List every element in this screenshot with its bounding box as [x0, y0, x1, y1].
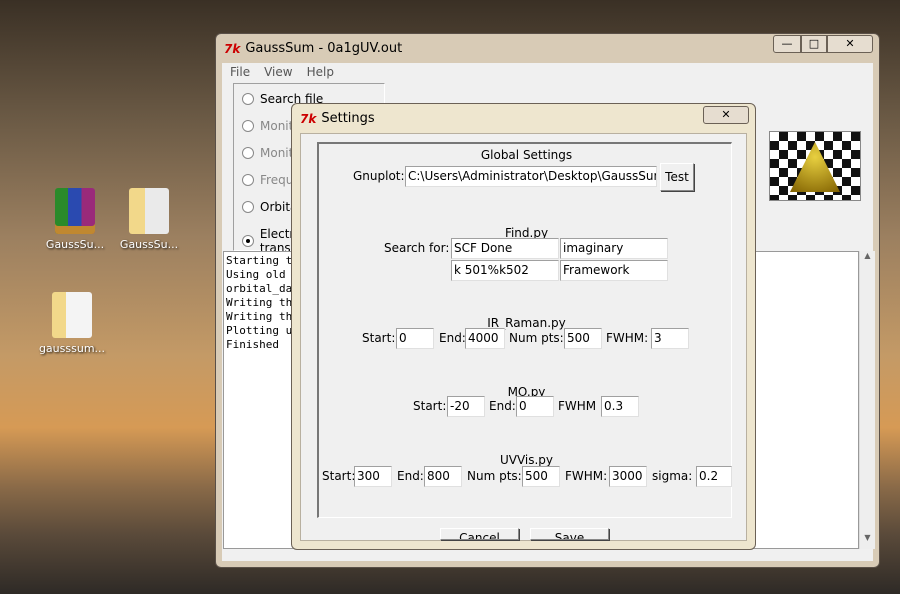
desktop-icon-winrar[interactable]: GaussSu... — [40, 188, 110, 251]
mo-fwhm-input[interactable]: 0.3 — [601, 396, 639, 417]
desktop-icon-folder[interactable]: GaussSu... — [114, 188, 184, 251]
gnuplot-label: Gnuplot: — [353, 169, 405, 183]
uvvis-heading: UVVis.py — [499, 453, 554, 467]
uv-sigma-input[interactable]: 0.2 — [696, 466, 732, 487]
uv-start-input[interactable]: 300 — [354, 466, 392, 487]
menu-view[interactable]: View — [264, 65, 292, 79]
uv-numpts-input[interactable]: 500 — [522, 466, 560, 487]
ir-numpts-input[interactable]: 500 — [564, 328, 602, 349]
uv-numpts-label: Num pts: — [467, 469, 522, 483]
menu-file[interactable]: File — [230, 65, 250, 79]
settings-frame: Global Settings Gnuplot: C:\Users\Admini… — [317, 142, 732, 518]
folder-icon — [129, 188, 169, 234]
mo-start-label: Start: — [413, 399, 447, 413]
mo-end-input[interactable]: 0 — [516, 396, 554, 417]
desktop-icon-folder[interactable]: gausssum... — [37, 292, 107, 355]
mo-end-label: End: — [489, 399, 516, 413]
menu-bar: File View Help — [222, 63, 873, 81]
uv-fwhm-input[interactable]: 3000 — [609, 466, 647, 487]
uv-end-label: End: — [397, 469, 424, 483]
search-term-input[interactable]: Framework — [560, 260, 668, 281]
uv-sigma-label: sigma: — [652, 469, 693, 483]
ir-start-input[interactable]: 0 — [396, 328, 434, 349]
minimize-button[interactable]: — — [773, 35, 801, 53]
settings-title-bar[interactable]: 7k Settings — [292, 104, 755, 133]
ir-fwhm-label: FWHM: — [606, 331, 649, 345]
search-term-input[interactable]: k 501%k502 — [451, 260, 559, 281]
tk-icon: 7k — [224, 41, 241, 56]
close-button[interactable]: ✕ — [827, 35, 873, 53]
mo-fwhm-label: FWHM — [558, 399, 597, 413]
ir-numpts-label: Num pts: — [509, 331, 564, 345]
uv-fwhm-label: FWHM: — [565, 469, 608, 483]
settings-close-button[interactable]: ✕ — [703, 106, 749, 124]
maximize-button[interactable]: □ — [801, 35, 827, 53]
ir-start-label: Start: — [362, 331, 396, 345]
uv-end-input[interactable]: 800 — [424, 466, 462, 487]
save-button[interactable]: Save — [530, 528, 609, 540]
archive-icon — [55, 188, 95, 234]
mo-start-input[interactable]: -20 — [447, 396, 485, 417]
menu-help[interactable]: Help — [307, 65, 334, 79]
ir-end-label: End: — [439, 331, 466, 345]
gnuplot-path-input[interactable]: C:\Users\Administrator\Desktop\GaussSum — [405, 166, 657, 187]
uv-start-label: Start: — [322, 469, 356, 483]
tk-icon: 7k — [300, 111, 317, 126]
global-settings-heading: Global Settings — [480, 148, 573, 162]
settings-dialog: 7k Settings ✕ Global Settings Gnuplot: C:… — [291, 103, 756, 550]
search-term-input[interactable]: imaginary — [560, 238, 668, 259]
search-for-label: Search for: — [384, 241, 450, 255]
cancel-button[interactable]: Cancel — [440, 528, 519, 540]
ir-fwhm-input[interactable]: 3 — [651, 328, 689, 349]
test-button[interactable]: Test — [660, 163, 694, 191]
ir-end-input[interactable]: 4000 — [465, 328, 505, 349]
folder-icon — [52, 292, 92, 338]
settings-client: Global Settings Gnuplot: C:\Users\Admini… — [300, 133, 747, 541]
log-scrollbar[interactable]: ▲ ▼ — [859, 251, 875, 549]
search-term-input[interactable]: SCF Done — [451, 238, 559, 259]
gausssum-logo — [769, 131, 861, 201]
